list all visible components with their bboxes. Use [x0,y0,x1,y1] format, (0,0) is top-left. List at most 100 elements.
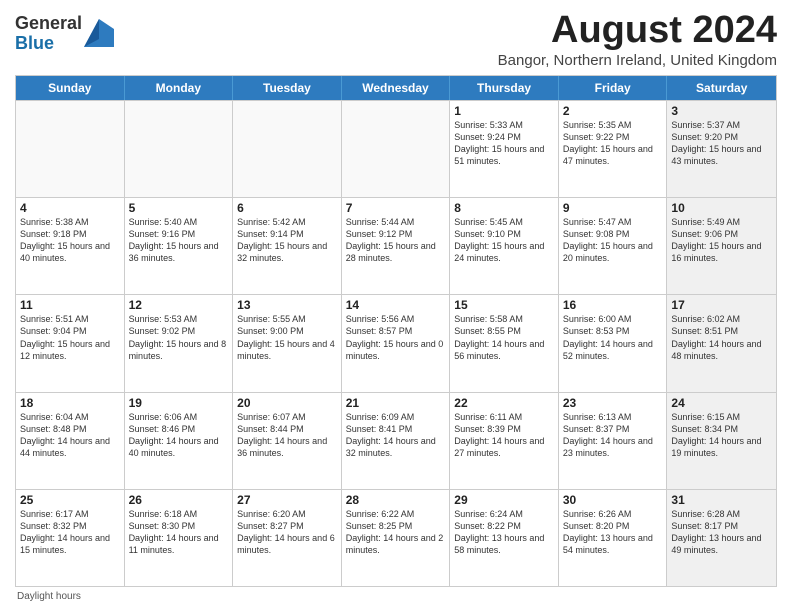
day-number: 27 [237,493,337,507]
day-info: Sunrise: 6:15 AM Sunset: 8:34 PM Dayligh… [671,411,772,460]
day-info: Sunrise: 6:00 AM Sunset: 8:53 PM Dayligh… [563,313,663,362]
calendar-cell [342,101,451,197]
title-block: August 2024 Bangor, Northern Ireland, Un… [498,10,777,69]
day-number: 16 [563,298,663,312]
calendar-cell: 7Sunrise: 5:44 AM Sunset: 9:12 PM Daylig… [342,198,451,294]
cal-header-cell: Saturday [667,76,776,100]
calendar-row: 4Sunrise: 5:38 AM Sunset: 9:18 PM Daylig… [16,197,776,294]
month-title: August 2024 [498,10,777,52]
calendar-cell: 30Sunrise: 6:26 AM Sunset: 8:20 PM Dayli… [559,490,668,586]
day-number: 12 [129,298,229,312]
calendar-cell: 1Sunrise: 5:33 AM Sunset: 9:24 PM Daylig… [450,101,559,197]
day-info: Sunrise: 6:04 AM Sunset: 8:48 PM Dayligh… [20,411,120,460]
calendar-cell: 16Sunrise: 6:00 AM Sunset: 8:53 PM Dayli… [559,295,668,391]
logo-general: General [15,13,82,33]
day-info: Sunrise: 5:53 AM Sunset: 9:02 PM Dayligh… [129,313,229,362]
calendar-cell: 2Sunrise: 5:35 AM Sunset: 9:22 PM Daylig… [559,101,668,197]
calendar-cell: 10Sunrise: 5:49 AM Sunset: 9:06 PM Dayli… [667,198,776,294]
calendar-cell [233,101,342,197]
day-number: 15 [454,298,554,312]
calendar-cell: 27Sunrise: 6:20 AM Sunset: 8:27 PM Dayli… [233,490,342,586]
day-info: Sunrise: 5:35 AM Sunset: 9:22 PM Dayligh… [563,119,663,168]
day-number: 8 [454,201,554,215]
day-info: Sunrise: 5:44 AM Sunset: 9:12 PM Dayligh… [346,216,446,265]
day-number: 21 [346,396,446,410]
calendar-cell: 18Sunrise: 6:04 AM Sunset: 8:48 PM Dayli… [16,393,125,489]
day-info: Sunrise: 6:06 AM Sunset: 8:46 PM Dayligh… [129,411,229,460]
day-info: Sunrise: 6:20 AM Sunset: 8:27 PM Dayligh… [237,508,337,557]
logo-blue: Blue [15,33,54,53]
day-info: Sunrise: 5:38 AM Sunset: 9:18 PM Dayligh… [20,216,120,265]
day-info: Sunrise: 5:47 AM Sunset: 9:08 PM Dayligh… [563,216,663,265]
day-info: Sunrise: 6:09 AM Sunset: 8:41 PM Dayligh… [346,411,446,460]
cal-header-cell: Sunday [16,76,125,100]
day-number: 25 [20,493,120,507]
day-number: 6 [237,201,337,215]
day-info: Sunrise: 6:11 AM Sunset: 8:39 PM Dayligh… [454,411,554,460]
calendar-cell: 4Sunrise: 5:38 AM Sunset: 9:18 PM Daylig… [16,198,125,294]
day-info: Sunrise: 5:42 AM Sunset: 9:14 PM Dayligh… [237,216,337,265]
day-info: Sunrise: 6:02 AM Sunset: 8:51 PM Dayligh… [671,313,772,362]
day-number: 30 [563,493,663,507]
day-number: 13 [237,298,337,312]
calendar-row: 25Sunrise: 6:17 AM Sunset: 8:32 PM Dayli… [16,489,776,586]
day-number: 19 [129,396,229,410]
day-info: Sunrise: 6:22 AM Sunset: 8:25 PM Dayligh… [346,508,446,557]
calendar-cell: 15Sunrise: 5:58 AM Sunset: 8:55 PM Dayli… [450,295,559,391]
cal-header-cell: Monday [125,76,234,100]
day-info: Sunrise: 6:07 AM Sunset: 8:44 PM Dayligh… [237,411,337,460]
calendar-cell: 19Sunrise: 6:06 AM Sunset: 8:46 PM Dayli… [125,393,234,489]
day-number: 11 [20,298,120,312]
calendar-cell: 26Sunrise: 6:18 AM Sunset: 8:30 PM Dayli… [125,490,234,586]
day-info: Sunrise: 5:51 AM Sunset: 9:04 PM Dayligh… [20,313,120,362]
calendar-row: 1Sunrise: 5:33 AM Sunset: 9:24 PM Daylig… [16,100,776,197]
calendar: SundayMondayTuesdayWednesdayThursdayFrid… [15,75,777,587]
calendar-cell: 14Sunrise: 5:56 AM Sunset: 8:57 PM Dayli… [342,295,451,391]
calendar-cell: 25Sunrise: 6:17 AM Sunset: 8:32 PM Dayli… [16,490,125,586]
calendar-cell [16,101,125,197]
day-number: 23 [563,396,663,410]
day-number: 18 [20,396,120,410]
calendar-cell: 22Sunrise: 6:11 AM Sunset: 8:39 PM Dayli… [450,393,559,489]
calendar-row: 11Sunrise: 5:51 AM Sunset: 9:04 PM Dayli… [16,294,776,391]
day-number: 26 [129,493,229,507]
day-number: 5 [129,201,229,215]
cal-header-cell: Wednesday [342,76,451,100]
day-info: Sunrise: 5:56 AM Sunset: 8:57 PM Dayligh… [346,313,446,362]
day-info: Sunrise: 5:40 AM Sunset: 9:16 PM Dayligh… [129,216,229,265]
calendar-cell: 5Sunrise: 5:40 AM Sunset: 9:16 PM Daylig… [125,198,234,294]
cal-header-cell: Friday [559,76,668,100]
calendar-cell [125,101,234,197]
day-number: 24 [671,396,772,410]
page: General Blue August 2024 Bangor, Norther… [0,0,792,612]
day-number: 1 [454,104,554,118]
day-info: Sunrise: 6:24 AM Sunset: 8:22 PM Dayligh… [454,508,554,557]
day-info: Sunrise: 6:26 AM Sunset: 8:20 PM Dayligh… [563,508,663,557]
day-number: 3 [671,104,772,118]
calendar-body: 1Sunrise: 5:33 AM Sunset: 9:24 PM Daylig… [16,100,776,586]
day-info: Sunrise: 5:55 AM Sunset: 9:00 PM Dayligh… [237,313,337,362]
day-info: Sunrise: 5:49 AM Sunset: 9:06 PM Dayligh… [671,216,772,265]
calendar-cell: 24Sunrise: 6:15 AM Sunset: 8:34 PM Dayli… [667,393,776,489]
calendar-cell: 17Sunrise: 6:02 AM Sunset: 8:51 PM Dayli… [667,295,776,391]
day-info: Sunrise: 5:58 AM Sunset: 8:55 PM Dayligh… [454,313,554,362]
header: General Blue August 2024 Bangor, Norther… [15,10,777,69]
day-info: Sunrise: 6:17 AM Sunset: 8:32 PM Dayligh… [20,508,120,557]
day-number: 2 [563,104,663,118]
calendar-cell: 12Sunrise: 5:53 AM Sunset: 9:02 PM Dayli… [125,295,234,391]
day-info: Sunrise: 5:33 AM Sunset: 9:24 PM Dayligh… [454,119,554,168]
calendar-cell: 6Sunrise: 5:42 AM Sunset: 9:14 PM Daylig… [233,198,342,294]
calendar-row: 18Sunrise: 6:04 AM Sunset: 8:48 PM Dayli… [16,392,776,489]
day-info: Sunrise: 6:13 AM Sunset: 8:37 PM Dayligh… [563,411,663,460]
cal-header-cell: Thursday [450,76,559,100]
calendar-cell: 23Sunrise: 6:13 AM Sunset: 8:37 PM Dayli… [559,393,668,489]
calendar-cell: 8Sunrise: 5:45 AM Sunset: 9:10 PM Daylig… [450,198,559,294]
day-number: 14 [346,298,446,312]
calendar-cell: 13Sunrise: 5:55 AM Sunset: 9:00 PM Dayli… [233,295,342,391]
footer-note: Daylight hours [15,591,777,602]
day-number: 9 [563,201,663,215]
location-subtitle: Bangor, Northern Ireland, United Kingdom [498,52,777,69]
logo-text: General Blue [15,14,82,54]
day-number: 7 [346,201,446,215]
cal-header-cell: Tuesday [233,76,342,100]
